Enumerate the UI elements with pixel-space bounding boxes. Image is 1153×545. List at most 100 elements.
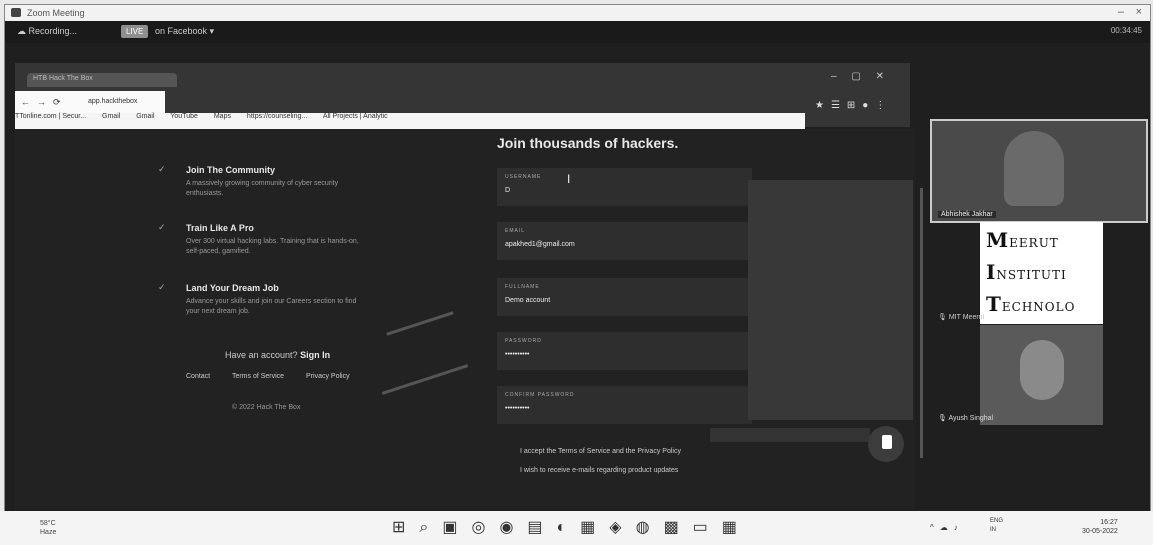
logo-line: TECHNOLO bbox=[986, 292, 1075, 316]
bookmark-item[interactable]: YouTube bbox=[170, 113, 198, 120]
mit-logo: MEERUT INSTITUTI TECHNOLO bbox=[980, 222, 1103, 324]
recording-label: Recording... bbox=[28, 26, 78, 36]
check-icon: ✓ bbox=[158, 164, 166, 174]
close-icon[interactable]: × bbox=[1136, 6, 1142, 18]
privacy-link[interactable]: Privacy Policy bbox=[306, 373, 350, 380]
screen-share-overlay bbox=[748, 180, 913, 420]
logo-initial: T bbox=[986, 292, 1002, 316]
page-scrollbar[interactable] bbox=[920, 188, 923, 458]
cloud-icon: ☁ bbox=[17, 26, 26, 36]
participant-name-label: MIT Meerut bbox=[948, 314, 985, 321]
confirm-password-field[interactable]: CONFIRM PASSWORD •••••••••• bbox=[497, 386, 752, 424]
extension-icons[interactable]: ★☰⊞●⋮ bbox=[815, 100, 892, 111]
address-input[interactable]: app.hackthebox bbox=[88, 98, 137, 105]
lang-region: IN bbox=[990, 527, 996, 533]
bookmark-item[interactable]: Maps bbox=[214, 113, 231, 120]
mic-icon: 🎙 bbox=[938, 314, 947, 321]
field-label: PASSWORD bbox=[505, 338, 542, 344]
feature-title: Land Your Dream Job bbox=[186, 283, 279, 293]
fullname-input[interactable]: Demo account bbox=[505, 297, 550, 304]
bookmarks-bar: TTonline.com | Secur... Gmail Gmail YouT… bbox=[15, 113, 805, 129]
feature-title: Join The Community bbox=[186, 165, 276, 175]
email-field[interactable]: EMAIL apakhed1@gmail.com bbox=[497, 222, 752, 260]
sign-in-link[interactable]: Sign In bbox=[300, 350, 330, 360]
meeting-timer: 00:34:45 bbox=[1110, 26, 1142, 35]
language-indicator[interactable]: ENG IN bbox=[990, 517, 1003, 535]
password-field[interactable]: PASSWORD •••••••••• bbox=[497, 332, 752, 370]
field-label: FULLNAME bbox=[505, 284, 540, 290]
field-label: EMAIL bbox=[505, 228, 526, 234]
system-tray-icons[interactable]: ^☁♪ bbox=[930, 523, 964, 532]
participant-name: 🎙 MIT Meerut bbox=[938, 313, 985, 321]
clock-date: 30-05-2022 bbox=[1082, 528, 1118, 535]
have-account-text: Have an account? Sign In bbox=[225, 350, 330, 360]
feature-title: Train Like A Pro bbox=[186, 223, 254, 233]
logo-line: INSTITUTI bbox=[986, 260, 1067, 284]
clock[interactable]: 16:27 30-05-2022 bbox=[1082, 518, 1118, 536]
bookmark-item[interactable]: All Projects | Analytic bbox=[323, 113, 388, 120]
taskbar-apps[interactable]: ⊞⌕▣◎◉▤◐▦◈◍▩▭▦ bbox=[392, 517, 751, 537]
zoom-app-icon bbox=[11, 8, 21, 17]
toggle-knob bbox=[882, 435, 892, 449]
meeting-topbar: ☁ Recording... LIVE on Facebook ▾ 00:34:… bbox=[5, 21, 1150, 43]
page-heading: Join thousands of hackers. bbox=[497, 135, 679, 151]
check-icon: ✓ bbox=[158, 282, 166, 292]
bookmark-item[interactable]: Gmail bbox=[102, 113, 120, 120]
participant-video-3[interactable] bbox=[980, 325, 1103, 425]
participant-name: Abhishek Jakhar bbox=[938, 211, 996, 218]
terms-link[interactable]: Terms of Service bbox=[232, 373, 284, 380]
copyright: © 2022 Hack The Box bbox=[232, 404, 301, 411]
feature-desc: A massively growing community of cyber s… bbox=[186, 180, 339, 197]
feature-item: ✓ Train Like A Pro Over 300 virtual hack… bbox=[158, 222, 366, 257]
field-label: USERNAME bbox=[505, 174, 542, 180]
email-input[interactable]: apakhed1@gmail.com bbox=[505, 241, 575, 248]
minimize-icon[interactable]: – bbox=[1118, 6, 1124, 18]
live-target-dropdown[interactable]: on Facebook ▾ bbox=[155, 26, 214, 37]
feature-desc: Over 300 virtual hacking labs. Training … bbox=[186, 238, 359, 255]
password-input[interactable]: •••••••••• bbox=[505, 351, 530, 358]
mic-icon: 🎙 bbox=[938, 415, 947, 422]
toggle-track bbox=[710, 428, 870, 442]
logo-line: MEERUT bbox=[986, 228, 1059, 252]
text-cursor-icon: I bbox=[567, 172, 571, 186]
participant-avatar bbox=[1020, 340, 1064, 400]
bookmark-item[interactable]: TTonline.com | Secur... bbox=[15, 113, 86, 120]
weather-temp: 58°C bbox=[40, 520, 56, 527]
logo-initial: I bbox=[986, 260, 997, 284]
bookmark-item[interactable]: Gmail bbox=[136, 113, 154, 120]
participant-avatar bbox=[1004, 131, 1064, 206]
fullname-field[interactable]: FULLNAME Demo account bbox=[497, 278, 752, 316]
browser-nav-icons[interactable]: ←→⟳ bbox=[21, 97, 68, 108]
title-bar: Zoom Meeting – × bbox=[5, 5, 1150, 21]
weather-widget[interactable]: 58°C Haze bbox=[40, 519, 56, 537]
lang-code: ENG bbox=[990, 518, 1004, 524]
feature-item: ✓ Land Your Dream Job Advance your skill… bbox=[158, 282, 366, 317]
participant-name-label: Ayush Singhal bbox=[948, 415, 994, 422]
participant-video-1[interactable]: Abhishek Jakhar bbox=[930, 119, 1148, 223]
window-title: Zoom Meeting bbox=[27, 8, 85, 18]
confirm-password-input[interactable]: •••••••••• bbox=[505, 405, 530, 412]
logo-rest: NSTITUTI bbox=[996, 268, 1067, 282]
feature-item: ✓ Join The Community A massively growing… bbox=[158, 164, 366, 199]
footer-links: Contact Terms of Service Privacy Policy bbox=[186, 373, 370, 380]
toggle-button[interactable] bbox=[868, 426, 904, 462]
browser-tab[interactable]: HTB Hack The Box bbox=[27, 73, 177, 87]
feature-desc: Advance your skills and join our Careers… bbox=[186, 298, 357, 315]
windows-taskbar: 58°C Haze ⊞⌕▣◎◉▤◐▦◈◍▩▭▦ ^☁♪ ENG IN 16:27… bbox=[0, 511, 1153, 545]
check-icon: ✓ bbox=[158, 222, 166, 232]
logo-rest: ECHNOLO bbox=[1001, 300, 1076, 314]
username-input[interactable]: D bbox=[505, 187, 510, 194]
clock-time: 16:27 bbox=[1100, 519, 1118, 526]
recording-status[interactable]: ☁ Recording... bbox=[17, 26, 77, 37]
contact-link[interactable]: Contact bbox=[186, 373, 210, 380]
accept-terms-checkbox[interactable]: I accept the Terms of Service and the Pr… bbox=[520, 448, 681, 455]
bookmark-item[interactable]: https://counseling... bbox=[247, 113, 307, 120]
logo-initial: M bbox=[986, 228, 1010, 252]
weather-desc: Haze bbox=[40, 529, 57, 536]
participant-name: 🎙 Ayush Singhal bbox=[938, 414, 993, 422]
browser-window-controls[interactable]: – ▢ ✕ bbox=[831, 71, 890, 82]
receive-emails-checkbox[interactable]: I wish to receive e-mails regarding prod… bbox=[520, 467, 678, 474]
have-account-label: Have an account? bbox=[225, 350, 298, 360]
username-field[interactable]: USERNAME D bbox=[497, 168, 752, 206]
logo-rest: EERUT bbox=[1009, 236, 1059, 250]
